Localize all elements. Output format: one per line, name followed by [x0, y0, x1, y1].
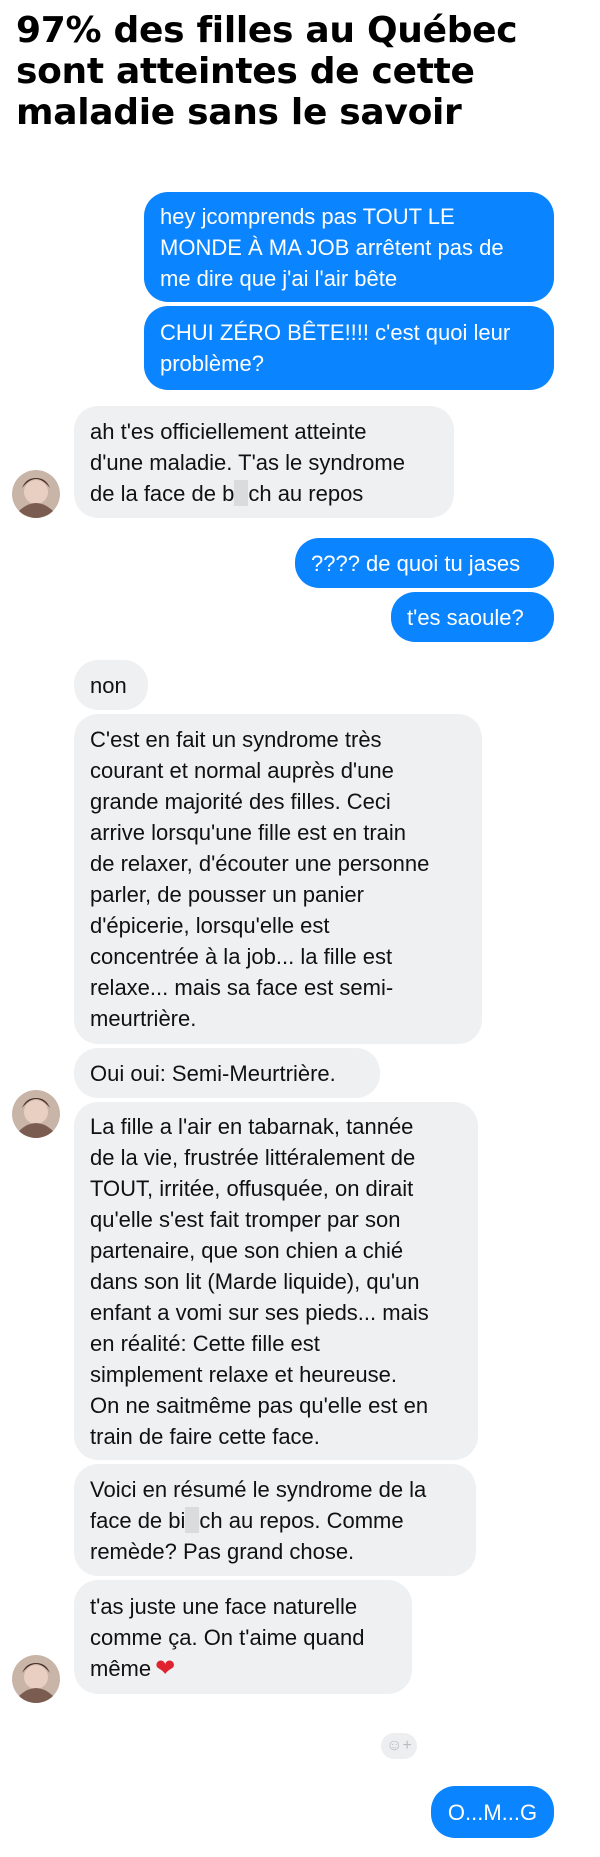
message-line: partenaire, que son chien a chié	[90, 1237, 404, 1263]
message-line: non	[90, 672, 127, 698]
outgoing-message-4[interactable]: t'es saoule?	[391, 592, 554, 642]
message-line: de la vie, frustrée littéralement de	[90, 1144, 416, 1170]
headline-line-1: 97% des filles au Québec	[16, 10, 518, 51]
message-line: qu'elle s'est fait tromper par son	[90, 1206, 401, 1232]
outgoing-message-2[interactable]: CHUI ZÉRO BÊTE!!!! c'est quoi leur probl…	[144, 306, 554, 390]
contact-avatar[interactable]	[12, 1090, 60, 1138]
message-line: meurtrière.	[90, 1006, 197, 1031]
message-line: ah t'es officiellement atteinte	[90, 418, 367, 444]
message-line: comme ça. On t'aime quand	[90, 1624, 365, 1650]
contact-avatar[interactable]	[12, 1655, 60, 1703]
headline: 97% des filles au Québec sont atteintes …	[16, 10, 596, 133]
message-fragment: face de bi	[90, 1507, 186, 1533]
message-line: d'épicerie, lorsqu'elle est	[90, 913, 330, 938]
censor-block	[234, 479, 249, 506]
message-line: de relaxer, d'écouter une personne	[90, 851, 430, 876]
message-line: MONDE À MA JOB arrêtent pas de	[160, 234, 504, 260]
incoming-message-3[interactable]: C'est en fait un syndrome très courant e…	[74, 714, 482, 1044]
avatar-icon	[12, 1655, 60, 1703]
message-line: problème?	[160, 351, 264, 376]
message-line: me dire que j'ai l'air bête	[160, 265, 398, 291]
message-line: parler, de pousser un panier	[90, 882, 364, 907]
message-line: relaxe... mais sa face est semi-	[90, 975, 394, 1000]
message-line: enfant a vomi sur ses pieds... mais	[90, 1299, 429, 1325]
avatar-icon	[12, 1090, 60, 1138]
message-line: La fille a l'air en tabarnak, tannée	[90, 1113, 414, 1139]
message-fragment: ch au repos	[248, 480, 364, 506]
message-line: grande majorité des filles. Ceci	[90, 789, 391, 814]
incoming-message-4[interactable]: Oui oui: Semi-Meurtrière.	[74, 1048, 380, 1098]
message-line: d'une maladie. T'as le syndrome	[90, 449, 405, 475]
incoming-message-2[interactable]: non	[74, 660, 148, 710]
message-line: t'es saoule?	[407, 604, 524, 630]
incoming-message-6[interactable]: Voici en résumé le syndrome de la face d…	[74, 1464, 476, 1576]
message-line: simplement relaxe et heureuse.	[90, 1361, 397, 1387]
message-line: Voici en résumé le syndrome de la	[90, 1476, 427, 1502]
message-fragment: même	[90, 1655, 152, 1681]
message-line: C'est en fait un syndrome très	[90, 727, 382, 752]
message-line: On ne saitmême pas qu'elle est en	[90, 1392, 429, 1418]
message-line: arrive lorsqu'une fille est en train	[90, 820, 407, 845]
message-line: ???? de quoi tu jases	[311, 550, 521, 576]
outgoing-message-1[interactable]: hey jcomprends pas TOUT LE MONDE À MA JO…	[144, 192, 554, 302]
contact-avatar[interactable]	[12, 470, 60, 518]
message-line: TOUT, irritée, offusquée, on dirait	[90, 1175, 414, 1201]
message-line: Oui oui: Semi-Meurtrière.	[90, 1060, 336, 1086]
message-line: CHUI ZÉRO BÊTE!!!! c'est quoi leur	[160, 320, 511, 345]
message-line: de la face de b ch au repos	[90, 478, 438, 509]
message-fragment: ch au repos. Comme	[199, 1507, 404, 1533]
message-line: même ❤	[90, 1653, 396, 1684]
headline-line-3: maladie sans le savoir	[16, 92, 462, 133]
message-line: train de faire cette face.	[90, 1423, 320, 1449]
avatar-icon	[12, 470, 60, 518]
outgoing-message-3[interactable]: ???? de quoi tu jases	[295, 538, 554, 588]
censor-block	[185, 1506, 200, 1533]
incoming-message-1[interactable]: ah t'es officiellement atteinte d'une ma…	[74, 406, 454, 518]
message-line: O...M...G	[447, 1799, 538, 1825]
heart-icon: ❤	[155, 1654, 176, 1682]
message-line: dans son lit (Marde liquide), qu'un	[90, 1268, 420, 1294]
message-line: concentrée à la job... la fille est	[90, 944, 393, 969]
incoming-message-5[interactable]: La fille a l'air en tabarnak, tannée de …	[74, 1102, 478, 1460]
message-fragment: de la face de b	[90, 480, 235, 506]
add-reaction-icon[interactable]: ☺+	[381, 1733, 417, 1759]
message-line: remède? Pas grand chose.	[90, 1538, 355, 1564]
message-line: t'as juste une face naturelle	[90, 1593, 358, 1619]
headline-line-2: sont atteintes de cette	[16, 51, 475, 92]
message-line: en réalité: Cette fille est	[90, 1330, 320, 1356]
message-line: courant et normal auprès d'une	[90, 758, 394, 783]
message-line: face de bi ch au repos. Comme	[90, 1505, 460, 1536]
incoming-message-7[interactable]: t'as juste une face naturelle comme ça. …	[74, 1580, 412, 1694]
outgoing-message-5[interactable]: O...M...G	[431, 1786, 554, 1838]
message-line: hey jcomprends pas TOUT LE	[160, 203, 455, 229]
